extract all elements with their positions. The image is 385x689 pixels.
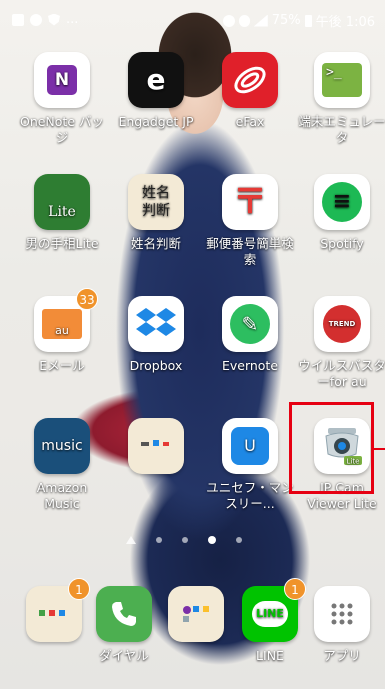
app-spotify[interactable]: ≡ Spotify (296, 174, 385, 252)
page-indicator (126, 536, 242, 544)
app-evernote[interactable]: ✎ Evernote (204, 296, 296, 374)
page-dot[interactable] (156, 537, 162, 543)
unicef-icon: U (222, 418, 278, 474)
app-label: Eメール (39, 358, 85, 373)
folder-icon (128, 418, 184, 474)
postal-icon: 〒 (222, 174, 278, 230)
email-icon: au 33 (34, 288, 98, 352)
page-dot-active[interactable] (208, 536, 216, 544)
app-label: Amazon Music (36, 480, 88, 511)
app-label: Engadget JP (118, 114, 194, 129)
efax-icon (222, 52, 278, 108)
page-dot[interactable] (236, 537, 242, 543)
shield-icon (48, 13, 60, 26)
app-terminal[interactable]: >_ 端末エミュレータ (296, 52, 385, 146)
wifi-icon (238, 14, 250, 27)
apps-grid-icon (314, 586, 370, 642)
app-dropbox[interactable]: Dropbox (110, 296, 202, 374)
status-time: 午後 1:06 (315, 15, 375, 30)
alarm-icon (222, 14, 235, 27)
app-seimei[interactable]: 姓名判断 姓名判断 (110, 174, 202, 252)
page-dot[interactable] (182, 537, 188, 543)
home-page-icon[interactable] (126, 536, 136, 544)
signal-icon (253, 14, 268, 27)
app-label: ダイヤル (99, 648, 149, 663)
app-label: 郵便番号簡単検索 (206, 236, 294, 267)
app-efax[interactable]: eFax (204, 52, 296, 130)
app-email[interactable]: au 33 Eメール (16, 288, 108, 374)
app-onenote[interactable]: N OneNote バッジ (16, 52, 108, 146)
dock-apps[interactable]: アプリ (296, 586, 385, 664)
app-trend[interactable]: TREND ウイルスバスターfor au (296, 296, 385, 390)
app-label: Dropbox (129, 358, 183, 373)
seimei-icon: 姓名判断 (128, 174, 184, 230)
battery-icon (304, 14, 312, 27)
terminal-icon: >_ (314, 52, 370, 108)
palm-icon: Lite (34, 174, 90, 230)
folder-icon (168, 586, 224, 642)
app-palm[interactable]: Lite 男の手相Lite (16, 174, 108, 252)
spotify-icon: ≡ (314, 174, 370, 230)
phone-icon (96, 586, 152, 642)
app-folder[interactable] (110, 418, 202, 480)
engadget-icon: e (128, 52, 184, 108)
sim-icon (12, 13, 24, 26)
app-label: アプリ (323, 648, 361, 663)
app-label: OneNote バッジ (19, 114, 104, 145)
line-icon: LINE 1 (242, 578, 306, 642)
notification-badge: 33 (76, 288, 98, 310)
status-left: ... (12, 12, 78, 27)
highlight-pointer (374, 448, 385, 450)
app-label: eFax (235, 114, 265, 129)
app-label: 男の手相Lite (25, 236, 99, 251)
cloud-icon (30, 13, 42, 26)
home-screen: ... 75% 午後 1:06 N OneNote バッジ e Engadget… (0, 0, 385, 689)
app-label: 姓名判断 (130, 236, 181, 251)
app-postal[interactable]: 〒 郵便番号簡単検索 (204, 174, 296, 268)
battery-percent: 75% (271, 13, 301, 28)
app-label: Spotify (320, 236, 364, 251)
app-label: 端末エミュレータ (298, 114, 385, 145)
evernote-icon: ✎ (222, 296, 278, 352)
app-unicef[interactable]: U ユニセフ・マンスリー... (204, 418, 296, 512)
app-label: Evernote (221, 358, 279, 373)
highlight-box (289, 402, 374, 494)
app-label: ユニセフ・マンスリー... (206, 480, 294, 511)
status-right: 75% 午後 1:06 (222, 11, 375, 30)
app-engadget[interactable]: e Engadget JP (110, 52, 202, 130)
status-ellipsis: ... (66, 12, 79, 27)
app-amazon-music[interactable]: music Amazon Music (16, 418, 108, 512)
status-bar: ... 75% 午後 1:06 (0, 0, 385, 40)
amazon-music-icon: music (34, 418, 90, 474)
trend-icon: TREND (314, 296, 370, 352)
app-label: ウイルスバスターfor au (298, 358, 385, 389)
folder-icon: 1 (26, 578, 90, 642)
onenote-icon: N (34, 52, 90, 108)
dropbox-icon (128, 296, 184, 352)
